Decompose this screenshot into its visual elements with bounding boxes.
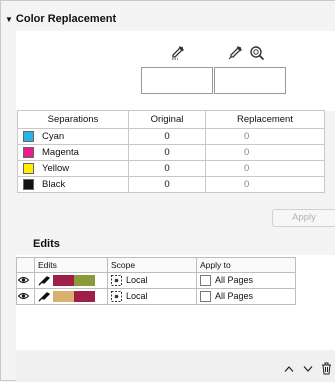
replacement-value[interactable]: 0 bbox=[205, 144, 325, 161]
local-scope-icon bbox=[111, 291, 122, 303]
col-header-scope: Scope bbox=[107, 257, 197, 273]
yellow-swatch bbox=[23, 162, 34, 174]
cyan-swatch bbox=[23, 130, 34, 142]
local-scope-icon bbox=[111, 275, 122, 287]
separation-name-cell: Cyan bbox=[17, 128, 129, 145]
replacement-value[interactable]: 0 bbox=[205, 176, 325, 193]
zoom-icon[interactable] bbox=[249, 45, 265, 61]
original-value: 0 bbox=[128, 160, 206, 177]
col-header-apply-to: Apply to bbox=[196, 257, 296, 273]
apply-to-checkbox[interactable] bbox=[200, 275, 211, 287]
separation-row-cyan[interactable]: Cyan 0 0 bbox=[17, 128, 325, 145]
separation-row-yellow[interactable]: Yellow 0 0 bbox=[17, 160, 325, 177]
replacement-value[interactable]: 0 bbox=[205, 160, 325, 177]
original-value: 0 bbox=[128, 176, 206, 193]
edits-header-row: Edits Scope Apply to bbox=[16, 257, 296, 273]
black-swatch bbox=[23, 178, 34, 190]
scope-value: Local bbox=[126, 290, 148, 301]
eye-icon[interactable] bbox=[17, 276, 30, 284]
edits-table: Edits Scope Apply to Local All Pages Loc… bbox=[16, 257, 296, 305]
edit-colors-cell bbox=[34, 288, 108, 305]
col-header-edits: Edits bbox=[34, 257, 108, 273]
visibility-header bbox=[16, 257, 35, 273]
separation-row-black[interactable]: Black 0 0 bbox=[17, 176, 325, 193]
apply-to-checkbox[interactable] bbox=[200, 291, 211, 303]
eye-icon[interactable] bbox=[17, 292, 30, 300]
visibility-cell bbox=[16, 288, 35, 305]
separations-table: Separations Original Replacement Cyan 0 … bbox=[17, 110, 325, 193]
separation-name: Yellow bbox=[42, 163, 70, 174]
original-value: 0 bbox=[128, 144, 206, 161]
edit-row[interactable]: Local All Pages bbox=[16, 288, 296, 305]
magenta-swatch bbox=[23, 146, 34, 158]
edit-brush-icon bbox=[38, 292, 51, 302]
col-header-replacement: Replacement bbox=[205, 110, 325, 129]
separation-row-magenta[interactable]: Magenta 0 0 bbox=[17, 144, 325, 161]
replacement-value[interactable]: 0 bbox=[205, 128, 325, 145]
color-replacement-panel: ▼ Color Replacement Separations Original … bbox=[0, 0, 335, 382]
chevron-up-icon[interactable] bbox=[284, 365, 294, 373]
separation-name: Black bbox=[42, 179, 66, 190]
apply-to-value: All Pages bbox=[215, 274, 254, 285]
edit-colors-cell bbox=[34, 272, 108, 289]
edits-title: Edits bbox=[33, 238, 60, 250]
col-header-separations: Separations bbox=[17, 110, 129, 129]
apply-to-cell: All Pages bbox=[196, 272, 296, 289]
apply-to-cell: All Pages bbox=[196, 288, 296, 305]
visibility-cell bbox=[16, 272, 35, 289]
original-color-block bbox=[52, 275, 74, 287]
panel-title: Color Replacement bbox=[15, 13, 117, 25]
original-color-swatch[interactable] bbox=[141, 67, 213, 94]
edit-brush-icon bbox=[38, 276, 51, 286]
separation-name-cell: Yellow bbox=[17, 160, 129, 177]
col-header-original: Original bbox=[128, 110, 206, 129]
trash-icon[interactable] bbox=[321, 362, 332, 375]
edit-row[interactable]: Local All Pages bbox=[16, 272, 296, 289]
separations-header-row: Separations Original Replacement bbox=[17, 110, 325, 129]
panel-header[interactable]: ▼ Color Replacement bbox=[5, 13, 116, 25]
original-value: 0 bbox=[128, 128, 206, 145]
collapse-triangle-icon[interactable]: ▼ bbox=[5, 15, 13, 24]
replacement-color-block bbox=[73, 291, 95, 303]
scope-cell: Local bbox=[107, 272, 197, 289]
eyedropper-replacement-icon[interactable] bbox=[227, 45, 243, 61]
apply-button[interactable]: Apply bbox=[272, 209, 335, 227]
separation-name-cell: Magenta bbox=[17, 144, 129, 161]
replacement-color-block bbox=[73, 275, 95, 287]
chevron-down-icon[interactable] bbox=[303, 365, 313, 373]
apply-to-value: All Pages bbox=[215, 290, 254, 301]
separation-name: Cyan bbox=[42, 131, 65, 142]
separation-name-cell: Black bbox=[17, 176, 129, 193]
scope-value: Local bbox=[126, 274, 148, 285]
original-color-block bbox=[52, 291, 74, 303]
eyedropper-original-icon[interactable] bbox=[169, 45, 185, 61]
scope-cell: Local bbox=[107, 288, 197, 305]
separation-name: Magenta bbox=[42, 147, 79, 158]
replacement-color-swatch[interactable] bbox=[214, 67, 286, 94]
